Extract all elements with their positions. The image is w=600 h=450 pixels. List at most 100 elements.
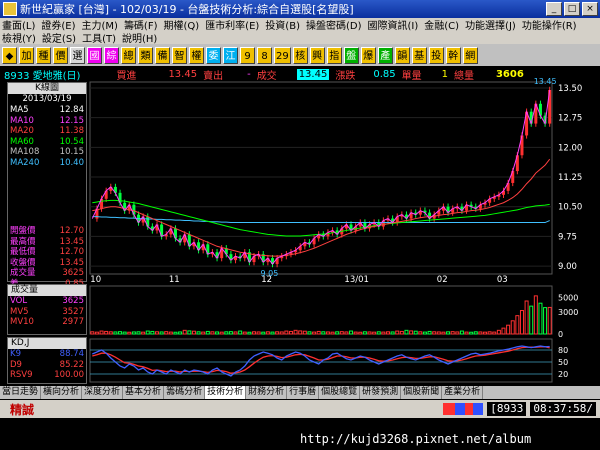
toolbar-button[interactable]: 備	[155, 46, 170, 64]
volume-bar	[510, 320, 515, 335]
volume-list: VOL 3625 MV5 3527 MV10 2977	[8, 296, 86, 328]
toolbar-button[interactable]: 權	[189, 46, 204, 64]
watermark-url: http://kujd3268.pixnet.net/album	[300, 432, 532, 446]
volume-bar	[284, 330, 289, 335]
menu-item[interactable]: 功能選擇(J)	[465, 17, 516, 32]
menu-item[interactable]: 匯市利率(E)	[205, 17, 259, 32]
tab-1[interactable]: 橫向分析	[41, 386, 83, 399]
volume-bar	[436, 331, 441, 335]
candle-body	[501, 190, 505, 195]
tab-6[interactable]: 財務分析	[246, 386, 288, 399]
menu-item[interactable]: 期權(Q)	[164, 17, 200, 32]
toolbar-button[interactable]: 9	[240, 46, 255, 64]
volume-bar	[136, 331, 141, 335]
menu-item[interactable]: 功能操作(R)	[522, 17, 577, 32]
total-label: 總量	[453, 70, 474, 82]
toolbar-button[interactable]: 總	[121, 46, 136, 64]
volume-bar	[104, 330, 109, 335]
volume-bar	[205, 330, 210, 335]
maximize-button[interactable]: □	[564, 2, 580, 16]
toolbar-button[interactable]: 綜	[104, 46, 119, 64]
kline-legend-panel: K線圖 2013/03/19 MA5 12.84 MA10 12.15 MA20 11.3…	[7, 82, 87, 289]
price-name: 最低價	[10, 247, 36, 257]
toolbar-button[interactable]: 國	[87, 46, 102, 64]
toolbar-button[interactable]: 8	[257, 46, 272, 64]
volume-bar	[390, 331, 395, 335]
menu-item[interactable]: 國際資訊(I)	[368, 17, 419, 32]
volume-bar	[196, 331, 201, 335]
price-value: 12.70	[59, 247, 84, 257]
toolbar-button[interactable]: 29	[274, 46, 291, 64]
toolbar-button[interactable]: 爆	[360, 46, 376, 64]
tab-3[interactable]: 基本分析	[123, 386, 165, 399]
toolbar-button[interactable]: 韻	[394, 46, 410, 64]
candle-body	[497, 194, 501, 197]
price-value: 3625	[62, 268, 84, 278]
toolbar-button[interactable]: 基	[411, 46, 427, 64]
toolbar-button[interactable]: 產	[377, 46, 393, 64]
price-value: 12.70	[59, 226, 84, 236]
tab-7[interactable]: 行事曆	[287, 386, 320, 399]
candle-body	[543, 115, 547, 124]
toolbar-button[interactable]: 價	[53, 46, 68, 64]
kd-row: RSV9 100.00	[8, 370, 86, 381]
volume-bar	[381, 331, 386, 335]
tab-8[interactable]: 個股總覽	[319, 386, 361, 399]
candle-body	[335, 230, 339, 235]
volume-bar	[455, 331, 460, 335]
candle-body	[123, 202, 127, 211]
ma-name: MA240	[10, 157, 40, 168]
toolbar-button[interactable]: 指	[326, 46, 342, 64]
candle-body	[474, 206, 478, 209]
volume-bar	[150, 330, 155, 335]
volume-bar	[122, 331, 127, 335]
toolbar-button[interactable]: 種	[36, 46, 51, 64]
candle-body	[400, 214, 404, 217]
menu-item[interactable]: 檢視(Y)	[2, 30, 36, 45]
toolbar-button[interactable]: 選	[70, 46, 85, 64]
menu-item[interactable]: 投資(B)	[265, 17, 300, 32]
candle-body	[534, 103, 538, 124]
toolbar-button[interactable]: 投	[428, 46, 444, 64]
menu-item[interactable]: 金融(C)	[424, 17, 459, 32]
candle-body	[206, 244, 210, 255]
toolbar-button[interactable]: 委	[206, 46, 221, 64]
minimize-button[interactable]: _	[546, 2, 562, 16]
total-value: 3606	[495, 68, 524, 80]
tab-11[interactable]: 產業分析	[442, 386, 484, 399]
toolbar-button[interactable]: 盤	[343, 46, 359, 64]
candle-body	[312, 238, 316, 245]
toolbar-button[interactable]: ◆	[2, 46, 17, 64]
close-button[interactable]: ×	[582, 2, 598, 16]
candle-body	[525, 111, 529, 136]
tab-10[interactable]: 個股新聞	[401, 386, 443, 399]
toolbar-button[interactable]: 江	[223, 46, 238, 64]
toolbar-button[interactable]: 類	[138, 46, 153, 64]
ma-list: MA5 12.84 MA10 12.15 MA20 11.38 MA60 10.54 MA108…	[8, 105, 86, 168]
toolbar-button[interactable]: 網	[462, 46, 478, 64]
tab-2[interactable]: 深度分析	[82, 386, 124, 399]
volume-bar	[464, 331, 469, 335]
menu-item[interactable]: 說明(H)	[122, 30, 157, 45]
toolbar-button[interactable]: 智	[172, 46, 187, 64]
volume-bar	[131, 331, 136, 335]
ma60-line	[92, 199, 550, 237]
tab-0[interactable]: 當日走勢	[0, 386, 42, 399]
candle-body	[210, 252, 214, 255]
sell-label: 賣出	[203, 70, 224, 82]
candle-body	[275, 258, 279, 265]
toolbar-button[interactable]: 核	[292, 46, 308, 64]
tab-4[interactable]: 籌碼分析	[164, 386, 206, 399]
tab-5[interactable]: 技術分析	[205, 386, 247, 399]
menu-item[interactable]: 設定(S)	[42, 30, 76, 45]
tab-9[interactable]: 研發預測	[360, 386, 402, 399]
candle-body	[104, 190, 108, 199]
toolbar-button[interactable]: 幹	[445, 46, 461, 64]
volume-bar	[312, 331, 317, 335]
toolbar-button[interactable]: 興	[309, 46, 325, 64]
menu-item[interactable]: 操盤密碼(D)	[306, 17, 362, 32]
menu-item[interactable]: 工具(T)	[82, 30, 116, 45]
volume-bar	[261, 331, 266, 335]
toolbar-button[interactable]: 加	[19, 46, 34, 64]
candle-body	[132, 204, 136, 215]
